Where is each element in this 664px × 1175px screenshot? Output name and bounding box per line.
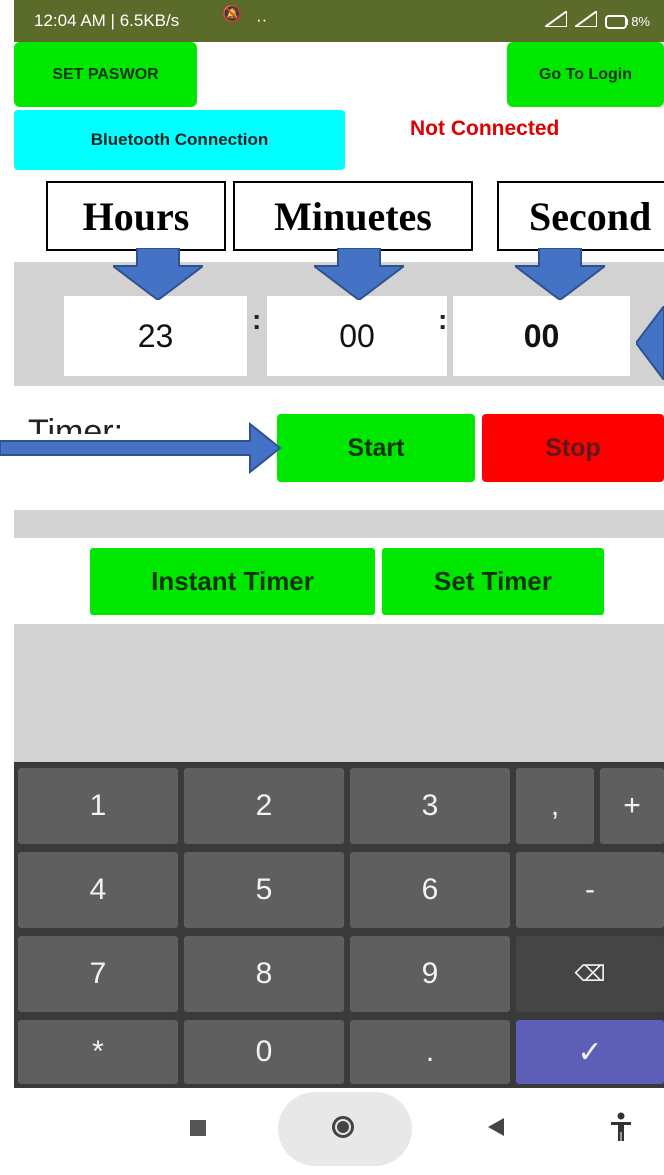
colon-separator: : [252,304,262,335]
key-0[interactable]: 0 [184,1020,344,1084]
key-2[interactable]: 2 [184,768,344,844]
battery-percent: 8% [631,14,650,29]
hours-annotation: Hours [46,181,226,251]
seconds-field[interactable]: 00 [453,296,630,376]
back-icon[interactable] [488,1118,504,1141]
key-5[interactable]: 5 [184,852,344,928]
key-6[interactable]: 6 [350,852,510,928]
key-8[interactable]: 8 [184,936,344,1012]
status-bar: 12:04 AM | 6.5KB/s 🔕 ·· 8% [14,0,664,42]
down-arrow-icon [314,248,404,300]
colon-separator: : [438,304,448,335]
done-key[interactable]: ✓ [516,1020,664,1084]
empty-area [14,624,664,762]
minutes-field[interactable]: 00 [267,296,447,376]
key-comma[interactable]: , [516,768,594,844]
key-7[interactable]: 7 [18,936,178,1012]
stop-button[interactable]: Stop [482,414,664,482]
seconds-annotation: Second [497,181,664,251]
down-arrow-icon [113,248,203,300]
home-button[interactable] [278,1092,412,1166]
down-arrow-icon [515,248,605,300]
recents-icon[interactable] [190,1120,206,1136]
key-4[interactable]: 4 [18,852,178,928]
go-to-login-button[interactable]: Go To Login [507,42,664,107]
key-plus[interactable]: + [600,768,664,844]
key-asterisk[interactable]: * [18,1020,178,1084]
key-period[interactable]: . [350,1020,510,1084]
key-1[interactable]: 1 [18,768,178,844]
left-arrow-icon [636,306,664,380]
signal-icon-2 [572,9,599,32]
divider-bar [14,510,664,538]
minutes-annotation: Minuetes [233,181,473,251]
battery-icon: 8% [605,14,650,29]
home-icon-dot [337,1121,349,1133]
accessibility-icon[interactable] [610,1112,632,1147]
connection-status: Not Connected [410,117,560,140]
set-timer-button[interactable]: Set Timer [382,548,604,615]
key-minus[interactable]: - [516,852,664,928]
key-3[interactable]: 3 [350,768,510,844]
status-time: 12:04 AM | 6.5KB/s [34,11,180,30]
right-arrow-icon [0,420,282,476]
start-button[interactable]: Start [277,414,475,482]
key-9[interactable]: 9 [350,936,510,1012]
bluetooth-connection-button[interactable]: Bluetooth Connection [14,110,345,170]
status-more: ·· [256,10,268,29]
navigation-bar [0,1088,664,1175]
instant-timer-button[interactable]: Instant Timer [90,548,375,615]
set-password-button[interactable]: SET PASWOR [14,42,197,107]
backspace-key[interactable]: ⌫ [516,936,664,1012]
mute-icon: 🔕 [222,6,242,23]
hours-field[interactable]: 23 [64,296,247,376]
signal-icon [542,9,569,32]
